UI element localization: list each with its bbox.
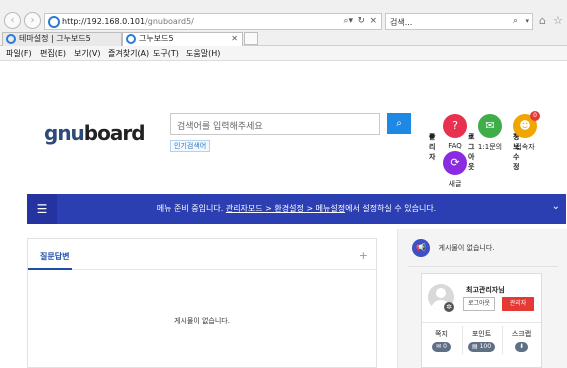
- divider: [408, 266, 558, 267]
- stat-label: 쪽지: [435, 330, 448, 338]
- quick-qa-label: 1:1문의: [477, 143, 503, 151]
- admin-button[interactable]: 관리자: [502, 297, 534, 311]
- stat-point[interactable]: 포인트 ▤ 100: [462, 329, 501, 352]
- close-tab-icon[interactable]: ✕: [231, 33, 238, 45]
- stat-scrap[interactable]: 스크랩 ⬇: [502, 329, 541, 352]
- tab-label: 그누보드5: [139, 34, 174, 43]
- menu-file[interactable]: 파일(F): [6, 48, 32, 59]
- chat-icon: ✉: [478, 114, 502, 138]
- popular-search-button[interactable]: 인기검색어: [170, 140, 211, 152]
- users-icon: ☻ 0: [513, 111, 540, 138]
- ie-tab-icon: [6, 34, 16, 44]
- divider: [422, 322, 541, 323]
- scrap-badge: ⬇: [514, 342, 529, 352]
- ie-icon: [48, 16, 60, 28]
- quick-visitors[interactable]: ☻ 0 접속자: [505, 111, 545, 152]
- menu-bar: 파일(F) 편집(E) 보기(V) 즐겨찾기(A) 도구(T) 도움말(H): [0, 46, 567, 61]
- stat-label: 스크랩: [511, 330, 532, 338]
- quick-faq-label: FAQ: [448, 142, 462, 150]
- browser-search-placeholder: 검색...: [390, 18, 413, 27]
- magnifier-icon[interactable]: ⌕: [513, 16, 518, 26]
- question-icon: ?: [443, 114, 467, 138]
- qa-board-panel: 질문답변 + 게시물이 없습니다.: [27, 238, 377, 368]
- menu-view[interactable]: 보기(V): [74, 48, 100, 59]
- memo-count-badge: ✉ 0: [432, 342, 451, 352]
- megaphone-icon: 📢: [412, 239, 430, 257]
- stat-label: 포인트: [471, 330, 492, 338]
- title-underline: [28, 268, 72, 270]
- logout-button[interactable]: 로그아웃: [463, 297, 495, 311]
- quick-faq[interactable]: ? FAQ: [435, 114, 475, 150]
- tab-gnuboard[interactable]: 그누보드5 ✕: [122, 32, 243, 46]
- quick-new-posts[interactable]: ⟳ 새글: [435, 151, 475, 189]
- side-notice-text: 게시물이 없습니다.: [438, 244, 495, 252]
- quick-new-posts-label: 새글: [448, 180, 462, 188]
- search-dropdown-icon[interactable]: ⌕▾: [343, 16, 353, 26]
- browser-toolbar: ‹ › http://192.168.0.101/gnuboard5/ ⌕▾ ↻…: [0, 0, 567, 30]
- ie-tab-icon: [126, 34, 136, 44]
- quick-qa[interactable]: ✉ 1:1문의: [470, 114, 510, 152]
- gear-icon[interactable]: ✲: [444, 302, 454, 312]
- chevron-down-icon[interactable]: ⌄: [552, 201, 560, 212]
- home-icon[interactable]: ⌂: [539, 14, 546, 27]
- menu-help[interactable]: 도움말(H): [186, 48, 220, 59]
- search-icon: ⌕: [396, 118, 402, 129]
- point-count-badge: ▤ 100: [467, 342, 496, 352]
- site-logo[interactable]: gnuboard: [44, 121, 146, 145]
- chevron-down-icon[interactable]: ▾: [525, 17, 529, 25]
- search-placeholder: 검색어를 입력해주세요: [177, 122, 263, 132]
- menu-edit[interactable]: 편집(E): [40, 48, 66, 59]
- address-bar[interactable]: http://192.168.0.101/gnuboard5/ ⌕▾ ↻ ×: [44, 13, 382, 30]
- browser-search-box[interactable]: 검색... ⌕ ▾: [385, 13, 533, 30]
- menu-notice: 메뉴 준비 중입니다. 관리자모드 > 환경설정 > 메뉴설정에서 설정하실 수…: [156, 204, 437, 213]
- stop-icon[interactable]: ×: [369, 16, 377, 26]
- search-button[interactable]: ⌕: [387, 113, 411, 134]
- divider: [28, 269, 376, 270]
- stat-memo[interactable]: 쪽지 ✉ 0: [422, 329, 461, 352]
- favorites-star-icon[interactable]: ☆: [553, 14, 563, 27]
- profile-box: ✲ 최고관리자님 로그아웃 관리자 쪽지 ✉ 0 포인트 ▤ 100 스크랩 ⬇: [421, 273, 542, 368]
- pin-icon: ⬇: [518, 343, 525, 350]
- site-search-input[interactable]: 검색어를 입력해주세요: [170, 113, 380, 135]
- refresh-icon[interactable]: ↻: [357, 16, 365, 26]
- forward-button[interactable]: ›: [24, 12, 41, 29]
- side-notice: 📢 게시물이 없습니다.: [412, 239, 495, 257]
- qa-board-title[interactable]: 질문답변: [40, 251, 69, 262]
- quick-visitors-label: 접속자: [515, 143, 535, 151]
- tab-label: 테마설정 | 그누보드5: [19, 34, 91, 43]
- menu-favorites[interactable]: 즐겨찾기(A): [108, 48, 149, 59]
- url-text: http://192.168.0.101/gnuboard5/: [62, 17, 194, 26]
- back-button[interactable]: ‹: [4, 12, 21, 29]
- avatar-head: [436, 288, 446, 298]
- refresh-icon: ⟳: [443, 151, 467, 175]
- database-icon: ▤: [471, 343, 478, 350]
- tab-theme-settings[interactable]: 테마설정 | 그누보드5: [2, 32, 122, 46]
- menu-tools[interactable]: 도구(T): [153, 48, 179, 59]
- visitor-count-badge: 0: [530, 111, 540, 121]
- empty-message: 게시물이 없습니다.: [174, 317, 230, 325]
- main-nav-bar: ☰ 메뉴 준비 중입니다. 관리자모드 > 환경설정 > 메뉴설정에서 설정하실…: [27, 194, 566, 224]
- menu-settings-link[interactable]: 관리자모드 > 환경설정 > 메뉴설정: [226, 204, 345, 213]
- profile-username: 최고관리자님: [466, 286, 505, 294]
- more-plus-icon[interactable]: +: [359, 249, 368, 262]
- tab-bar: 테마설정 | 그누보드5 그누보드5 ✕: [0, 30, 567, 46]
- new-tab-button[interactable]: [244, 32, 258, 45]
- envelope-icon: ✉: [436, 343, 442, 350]
